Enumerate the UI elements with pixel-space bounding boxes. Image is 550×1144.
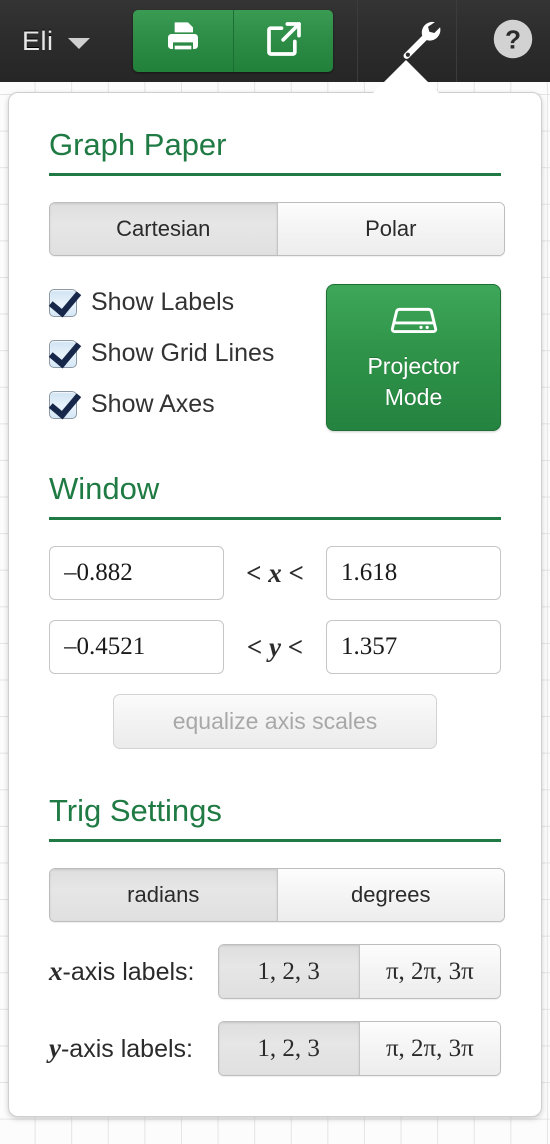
checkbox-show-labels[interactable] [49,288,77,317]
projector-mode-label-line1: Projector [367,352,460,379]
projector-mode-label-line2: Mode [384,384,443,410]
window-heading: Window [49,471,160,506]
toolbar-divider-2 [455,0,457,82]
question-circle-icon: ? [492,18,534,65]
x-axis-labels-toggle[interactable]: 1, 2, 3 π, 2π, 3π [217,944,501,999]
x-axis-labels-option-numeric[interactable]: 1, 2, 3 [218,945,359,998]
x-relation-label: < x < [246,557,304,588]
y-max-input[interactable] [326,620,501,674]
toolbar-divider [357,0,359,82]
checkbox-row-show-axes[interactable]: Show Axes [49,390,274,419]
user-name-label: Eli [22,25,54,56]
y-axis-labels-text: -axis labels: [60,1035,193,1063]
checkbox-row-show-labels[interactable]: Show Labels [49,288,274,317]
y-axis-labels-option-pi[interactable]: π, 2π, 3π [358,1022,500,1075]
y-axis-labels-caption: y-axis labels: [49,1033,218,1064]
checkbox-label-show-labels: Show Labels [91,288,235,316]
y-min-input[interactable] [49,620,224,674]
x-min-input[interactable] [49,546,224,600]
x-axis-labels-row: x-axis labels: 1, 2, 3 π, 2π, 3π [49,944,501,999]
projector-mode-button[interactable]: Projector Mode [326,284,501,431]
print-button[interactable] [132,10,233,72]
trig-settings-heading: Trig Settings [49,793,222,828]
x-window-row: < x < [49,546,501,600]
display-options-row: Show Labels Show Grid Lines Show Axes Pr… [49,284,501,431]
y-axis-labels-option-numeric[interactable]: 1, 2, 3 [218,1022,359,1075]
display-checkbox-list: Show Labels Show Grid Lines Show Axes [49,284,274,419]
graph-paper-rule [49,173,501,176]
checkbox-show-axes[interactable] [49,390,77,419]
y-axis-labels-toggle[interactable]: 1, 2, 3 π, 2π, 3π [217,1021,501,1076]
svg-text:?: ? [505,24,521,54]
x-max-input[interactable] [326,546,501,600]
graph-settings-panel: Graph Paper Cartesian Polar Show Labels … [8,92,542,1117]
x-axis-labels-option-pi[interactable]: π, 2π, 3π [358,945,500,998]
trig-settings-rule [49,839,501,842]
user-menu-button[interactable]: Eli [14,14,98,68]
top-toolbar: Eli ? [0,0,550,82]
angle-option-degrees[interactable]: degrees [276,869,504,921]
x-axis-variable-label: x [49,956,63,986]
checkbox-show-grid-lines[interactable] [49,339,77,368]
projector-icon [388,302,440,341]
y-window-row: < y < [49,620,501,674]
checkbox-row-show-grid-lines[interactable]: Show Grid Lines [49,339,274,368]
printer-icon [163,19,203,64]
coordinate-system-toggle[interactable]: Cartesian Polar [49,202,505,256]
angle-mode-toggle[interactable]: radians degrees [49,868,505,922]
x-axis-labels-caption: x-axis labels: [49,956,218,987]
wrench-icon [396,16,442,67]
help-button[interactable]: ? [477,0,550,82]
checkbox-label-show-axes: Show Axes [91,390,215,418]
window-rule [49,517,501,520]
export-button-group [132,10,334,72]
coord-option-polar[interactable]: Polar [276,203,504,255]
share-export-icon [264,19,304,64]
coord-option-cartesian[interactable]: Cartesian [50,203,277,255]
equalize-axis-scales-button[interactable]: equalize axis scales [113,694,437,749]
checkbox-label-show-grid-lines: Show Grid Lines [91,339,275,367]
y-axis-variable-label: y [49,1033,61,1063]
y-relation-label: < y < [246,631,304,662]
settings-wrench-button[interactable] [382,0,455,82]
x-variable-label: x [268,557,282,588]
chevron-down-icon [67,37,90,49]
graph-paper-heading: Graph Paper [49,127,227,162]
y-variable-label: y [269,631,281,662]
x-axis-labels-text: -axis labels: [62,958,195,986]
y-axis-labels-row: y-axis labels: 1, 2, 3 π, 2π, 3π [49,1021,501,1076]
angle-option-radians[interactable]: radians [50,869,277,921]
share-button[interactable] [232,10,334,72]
